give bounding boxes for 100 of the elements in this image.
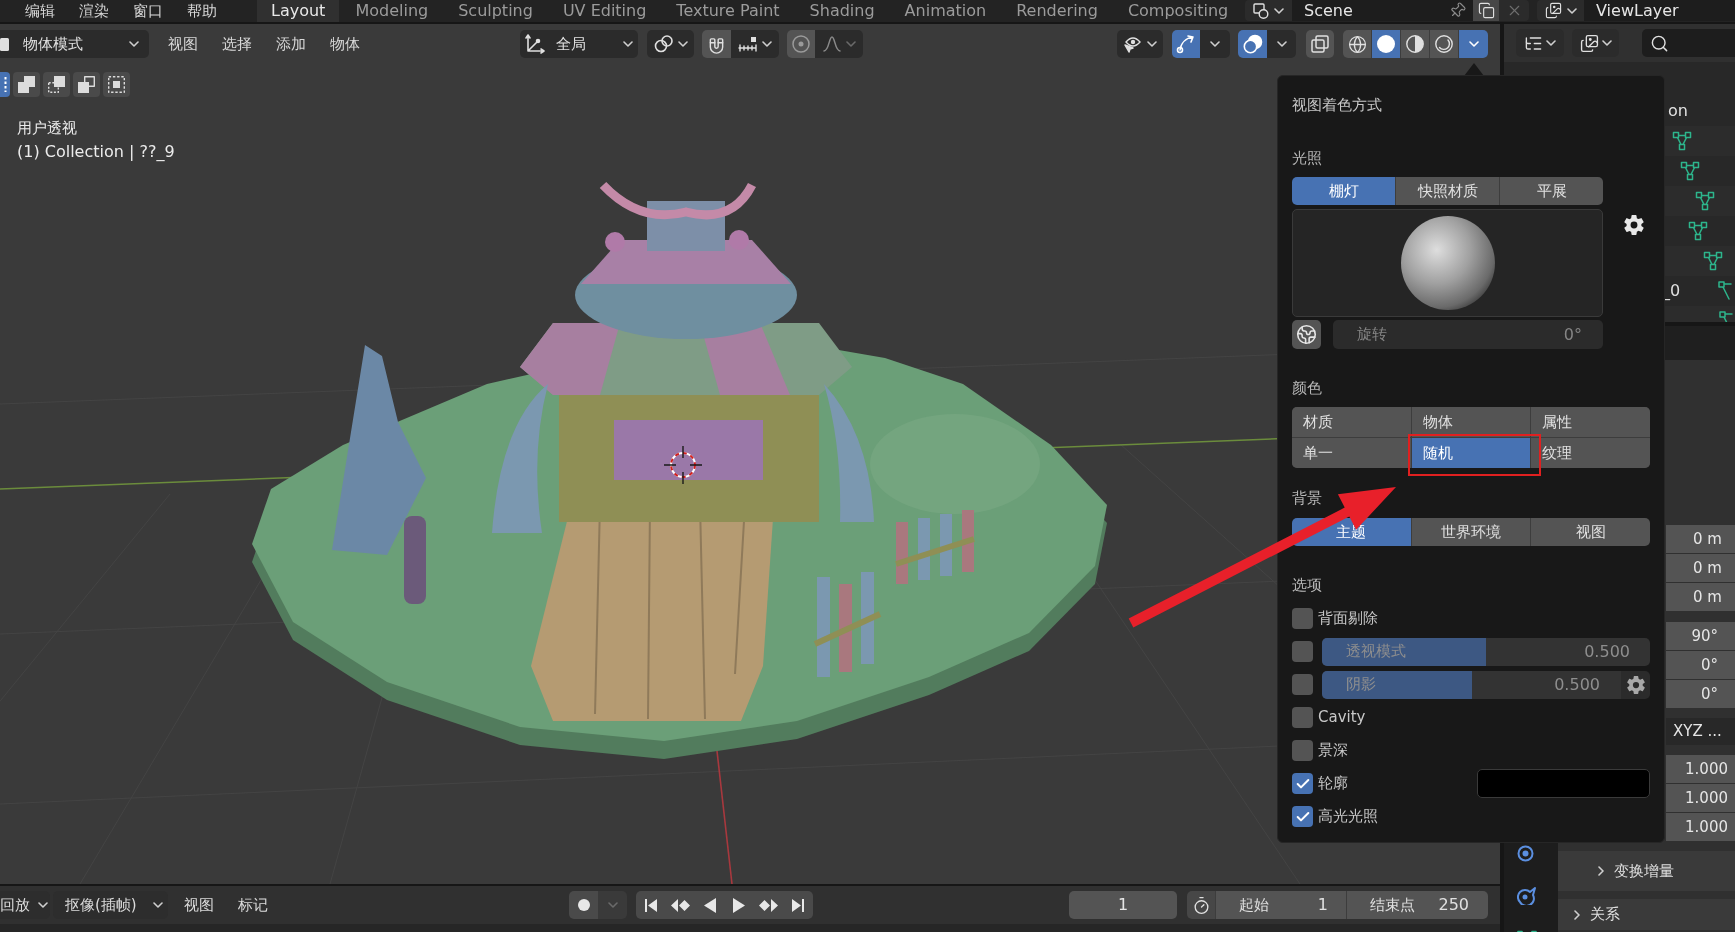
- overlay-dropdown[interactable]: [1267, 30, 1296, 58]
- select-mode-button[interactable]: [73, 72, 100, 97]
- menu-item[interactable]: 视图: [184, 893, 214, 917]
- panel-header[interactable]: 变换增量: [1558, 851, 1735, 891]
- option-tab[interactable]: 单一: [1292, 438, 1411, 468]
- workspace-tab[interactable]: Texture Paint: [662, 0, 794, 22]
- checkbox[interactable]: [1292, 674, 1313, 695]
- scale-field[interactable]: 1.000: [1666, 813, 1735, 841]
- option-tab[interactable]: 平展: [1499, 177, 1603, 205]
- current-frame-field[interactable]: 1: [1069, 891, 1177, 919]
- new-scene-button[interactable]: [1473, 0, 1499, 21]
- location-field[interactable]: 0 m: [1666, 554, 1735, 582]
- shading-mode-button[interactable]: [1343, 30, 1372, 58]
- checkbox[interactable]: [1292, 707, 1313, 728]
- checkbox[interactable]: [1292, 740, 1313, 761]
- option-tab[interactable]: 随机: [1411, 438, 1531, 468]
- filter-dropdown[interactable]: [1572, 29, 1619, 57]
- gizmo-toggle[interactable]: [1172, 30, 1200, 58]
- scene-name-field[interactable]: Scene: [1292, 0, 1473, 21]
- menu-item[interactable]: 视图: [168, 32, 198, 56]
- option-tab[interactable]: 棚灯: [1292, 177, 1395, 205]
- jump-to-start-button[interactable]: [636, 891, 666, 919]
- workspace-tab[interactable]: Sculpting: [444, 0, 547, 22]
- workspace-tab[interactable]: Layout: [257, 0, 340, 22]
- checkbox[interactable]: [1292, 641, 1313, 662]
- display-mode-dropdown[interactable]: [1516, 29, 1564, 57]
- rotation-field[interactable]: 0°: [1666, 651, 1735, 679]
- option-tab[interactable]: 世界环境: [1410, 518, 1531, 546]
- start-frame-field[interactable]: 起始 1: [1215, 891, 1346, 919]
- checkbox-label[interactable]: 景深: [1318, 739, 1348, 762]
- view-layer-field[interactable]: ViewLayer: [1584, 0, 1735, 21]
- mode-dropdown[interactable]: 物体模式: [0, 30, 149, 58]
- menu-item[interactable]: 物体: [330, 32, 360, 56]
- checkbox-label[interactable]: 高光光照: [1318, 805, 1378, 828]
- jump-to-end-button[interactable]: [783, 891, 813, 919]
- checkbox[interactable]: [1292, 608, 1313, 629]
- location-field[interactable]: 0 m: [1666, 525, 1735, 553]
- checkbox[interactable]: [1292, 806, 1313, 827]
- color-swatch[interactable]: [1477, 769, 1650, 798]
- delete-scene-button[interactable]: [1499, 0, 1529, 21]
- workspace-tab[interactable]: Rendering: [1002, 0, 1112, 22]
- world-space-button[interactable]: [1292, 320, 1321, 349]
- scale-field[interactable]: 1.000: [1666, 755, 1735, 783]
- workspace-tab[interactable]: Shading: [795, 0, 889, 22]
- workspace-tab[interactable]: Compositing: [1113, 0, 1243, 22]
- stopwatch-button[interactable]: [1187, 891, 1215, 919]
- workspace-tab[interactable]: UV Editing: [548, 0, 661, 22]
- overlay-toggle[interactable]: [1238, 30, 1267, 58]
- select-mode-button[interactable]: [13, 72, 40, 97]
- menu-item[interactable]: 编辑: [25, 1, 55, 21]
- outliner-item-label[interactable]: on: [1668, 99, 1688, 123]
- snap-toggle[interactable]: [702, 30, 731, 58]
- rotation-field[interactable]: 90°: [1666, 622, 1735, 650]
- rotation-field[interactable]: 0°: [1666, 680, 1735, 708]
- checkbox-label[interactable]: Cavity: [1318, 706, 1366, 729]
- shading-mode-button[interactable]: [1430, 30, 1459, 58]
- view-layer-browse-button[interactable]: [1537, 0, 1584, 21]
- orientation-dropdown[interactable]: 全局: [520, 30, 638, 58]
- panel-header[interactable]: 关系: [1558, 899, 1735, 930]
- visibility-dropdown[interactable]: [1117, 30, 1163, 58]
- checkbox-label[interactable]: 轮廓: [1318, 772, 1348, 795]
- option-tab[interactable]: 物体: [1411, 407, 1531, 437]
- scale-field[interactable]: 1.000: [1666, 784, 1735, 812]
- snap-target-dropdown[interactable]: [731, 30, 779, 58]
- select-mode-button[interactable]: [43, 72, 70, 97]
- falloff-dropdown[interactable]: [815, 30, 863, 58]
- workspace-tab[interactable]: Modeling: [341, 0, 443, 22]
- proportional-toggle[interactable]: [787, 30, 815, 58]
- end-frame-field[interactable]: 结束点 250: [1346, 891, 1488, 919]
- select-mode-button[interactable]: [0, 72, 10, 97]
- option-tab[interactable]: 材质: [1292, 407, 1411, 437]
- search-field[interactable]: [1642, 29, 1735, 57]
- select-mode-button[interactable]: [103, 72, 130, 97]
- record-button[interactable]: [569, 891, 598, 919]
- shading-mode-button[interactable]: [1401, 30, 1430, 58]
- settings-icon[interactable]: [1623, 214, 1645, 236]
- slider[interactable]: 阴影 0.500: [1322, 670, 1621, 699]
- option-tab[interactable]: 快照材质: [1395, 177, 1499, 205]
- slider[interactable]: 透视模式 0.500: [1322, 637, 1650, 666]
- option-tab[interactable]: 属性: [1531, 407, 1650, 437]
- gizmo-dropdown[interactable]: [1200, 30, 1230, 58]
- checkbox-label[interactable]: 背面剔除: [1318, 607, 1378, 630]
- option-tab[interactable]: 视图: [1530, 518, 1650, 546]
- workspace-tab[interactable]: Animation: [890, 0, 1001, 22]
- scene-browse-button[interactable]: [1245, 0, 1292, 21]
- menu-item[interactable]: 标记: [238, 893, 268, 917]
- shading-mode-button[interactable]: [1372, 30, 1401, 58]
- checkbox[interactable]: [1292, 773, 1313, 794]
- option-tab[interactable]: 纹理: [1531, 438, 1650, 468]
- xray-toggle[interactable]: [1306, 30, 1334, 58]
- pivot-dropdown[interactable]: [647, 30, 694, 58]
- menu-item[interactable]: 添加: [276, 32, 306, 56]
- menu-item[interactable]: 窗口: [133, 1, 163, 21]
- menu-item[interactable]: 选择: [222, 32, 252, 56]
- matcap-preview[interactable]: [1292, 209, 1603, 317]
- menu-item[interactable]: 帮助: [187, 1, 217, 21]
- menu-item[interactable]: 渲染: [79, 1, 109, 21]
- location-field[interactable]: 0 m: [1666, 583, 1735, 611]
- rotation-mode-dropdown[interactable]: XYZ ...: [1666, 718, 1735, 745]
- settings-button[interactable]: [1621, 670, 1650, 699]
